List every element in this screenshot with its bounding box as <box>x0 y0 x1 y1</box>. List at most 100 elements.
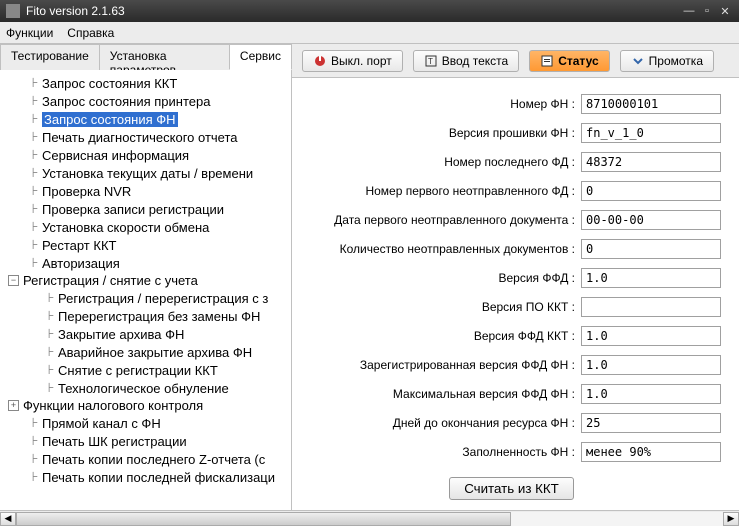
form-row-fw-version: Версия прошивки ФН : <box>302 123 721 143</box>
tree-item-label: Печать копии последнего Z-отчета (с <box>42 452 265 467</box>
field-label: Количество неотправленных документов : <box>302 242 581 256</box>
last-fd-input[interactable] <box>581 152 721 172</box>
tree-item[interactable]: ⊦Запрос состояния ФН <box>0 110 291 128</box>
tree-item[interactable]: ⊦Авторизация <box>0 254 291 272</box>
tree-item[interactable]: ⊦Прямой канал с ФН <box>0 414 291 432</box>
field-label: Номер ФН : <box>302 97 581 111</box>
read-from-kkt-button[interactable]: Считать из ККТ <box>449 477 574 500</box>
tree-item[interactable]: ⊦Рестарт ККТ <box>0 236 291 254</box>
app-icon <box>6 4 20 18</box>
tree-group[interactable]: −Регистрация / снятие с учета <box>0 272 291 289</box>
off-port-label: Выкл. порт <box>331 54 392 68</box>
scroll-right-button[interactable]: ▶ <box>723 512 739 526</box>
tree-item[interactable]: ⊦Сервисная информация <box>0 146 291 164</box>
form-row-first-unsent: Номер первого неотправленного ФД : <box>302 181 721 201</box>
expand-icon[interactable]: + <box>8 400 19 411</box>
scroll-thumb[interactable] <box>16 512 511 526</box>
tree-branch-icon: ⊦ <box>28 129 42 145</box>
tree-item-label: Перерегистрация без замены ФН <box>58 309 260 324</box>
tab-bar: Тестирование Установка параметров Сервис <box>0 44 291 70</box>
days-left-input[interactable] <box>581 413 721 433</box>
tree-item[interactable]: ⊦Перерегистрация без замены ФН <box>0 307 291 325</box>
svg-text:T: T <box>428 57 433 66</box>
tree-branch-icon: ⊦ <box>44 362 58 378</box>
ffd-version-input[interactable] <box>581 268 721 288</box>
tree-branch-icon: ⊦ <box>28 147 42 163</box>
input-text-button[interactable]: T Ввод текста <box>413 50 519 72</box>
status-button[interactable]: Статус <box>529 50 609 72</box>
close-button[interactable]: ✕ <box>717 4 733 18</box>
tab-service[interactable]: Сервис <box>229 44 292 70</box>
menubar: Функции Справка <box>0 22 739 44</box>
tree-item-label: Авторизация <box>42 256 120 271</box>
kkt-sw-version-input[interactable] <box>581 297 721 317</box>
reg-ffd-fn-input[interactable] <box>581 355 721 375</box>
collapse-icon[interactable]: − <box>8 275 19 286</box>
horizontal-scrollbar[interactable]: ◀ ▶ <box>0 510 739 526</box>
form-row-days-left: Дней до окончания ресурса ФН : <box>302 413 721 433</box>
tree-item[interactable]: ⊦Проверка записи регистрации <box>0 200 291 218</box>
scroll-button[interactable]: Промотка <box>620 50 714 72</box>
menu-functions[interactable]: Функции <box>6 26 53 40</box>
tree-item[interactable]: ⊦Установка скорости обмена <box>0 218 291 236</box>
form-row-ffd-version: Версия ФФД : <box>302 268 721 288</box>
tree-branch-icon: ⊦ <box>28 255 42 271</box>
tab-params[interactable]: Установка параметров <box>99 44 230 70</box>
tree-branch-icon: ⊦ <box>28 237 42 253</box>
tree-item-label: Снятие с регистрации ККТ <box>58 363 218 378</box>
tree-item-label: Печать диагностического отчета <box>42 130 238 145</box>
tree-item[interactable]: ⊦Установка текущих даты / времени <box>0 164 291 182</box>
tree-item-label: Установка скорости обмена <box>42 220 209 235</box>
tree-item[interactable]: ⊦Технологическое обнуление <box>0 379 291 397</box>
tree-item[interactable]: ⊦Регистрация / перерегистрация с з <box>0 289 291 307</box>
field-label: Максимальная версия ФФД ФН : <box>302 387 581 401</box>
tree-branch-icon: ⊦ <box>28 201 42 217</box>
first-unsent-date-input[interactable] <box>581 210 721 230</box>
form-row-first-unsent-date: Дата первого неотправленного документа : <box>302 210 721 230</box>
tree-item[interactable]: ⊦Аварийное закрытие архива ФН <box>0 343 291 361</box>
text-icon: T <box>424 54 438 68</box>
tree-item-label: Печать копии последней фискализаци <box>42 470 275 485</box>
tree-item[interactable]: ⊦Запрос состояния ККТ <box>0 74 291 92</box>
minimize-button[interactable]: — <box>681 4 697 18</box>
tree-item-label: Запрос состояния ФН <box>42 112 178 127</box>
tree-item[interactable]: ⊦Печать копии последнего Z-отчета (с <box>0 450 291 468</box>
fill-input[interactable] <box>581 442 721 462</box>
field-label: Номер последнего ФД : <box>302 155 581 169</box>
tree-item[interactable]: ⊦Печать копии последней фискализаци <box>0 468 291 486</box>
field-label: Дней до окончания ресурса ФН : <box>302 416 581 430</box>
fw-version-input[interactable] <box>581 123 721 143</box>
tree-group-label: Регистрация / снятие с учета <box>23 273 198 288</box>
fn-number-input[interactable] <box>581 94 721 114</box>
off-port-button[interactable]: Выкл. порт <box>302 50 403 72</box>
tree-group[interactable]: +Функции налогового контроля <box>0 397 291 414</box>
tree-item-label: Рестарт ККТ <box>42 238 116 253</box>
form-row-max-ffd-fn: Максимальная версия ФФД ФН : <box>302 384 721 404</box>
tab-testing[interactable]: Тестирование <box>0 44 100 70</box>
tree-item[interactable]: ⊦Печать ШК регистрации <box>0 432 291 450</box>
ffd-kkt-version-input[interactable] <box>581 326 721 346</box>
form-row-reg-ffd-fn: Зарегистрированная версия ФФД ФН : <box>302 355 721 375</box>
max-ffd-fn-input[interactable] <box>581 384 721 404</box>
unsent-count-input[interactable] <box>581 239 721 259</box>
menu-help[interactable]: Справка <box>67 26 114 40</box>
tree-item-label: Закрытие архива ФН <box>58 327 184 342</box>
maximize-button[interactable]: ▫ <box>699 4 715 18</box>
tree-item[interactable]: ⊦Снятие с регистрации ККТ <box>0 361 291 379</box>
field-label: Номер первого неотправленного ФД : <box>302 184 581 198</box>
scroll-track[interactable] <box>16 512 723 526</box>
titlebar: Fito version 2.1.63 — ▫ ✕ <box>0 0 739 22</box>
scroll-left-button[interactable]: ◀ <box>0 512 16 526</box>
form-panel: Номер ФН : Версия прошивки ФН : Номер посл… <box>292 78 739 510</box>
tree-item[interactable]: ⊦Запрос состояния принтера <box>0 92 291 110</box>
power-icon <box>313 54 327 68</box>
tree-item[interactable]: ⊦Печать диагностического отчета <box>0 128 291 146</box>
tree-item[interactable]: ⊦Проверка NVR <box>0 182 291 200</box>
first-unsent-input[interactable] <box>581 181 721 201</box>
scroll-label: Промотка <box>649 54 703 68</box>
tree-item[interactable]: ⊦Закрытие архива ФН <box>0 325 291 343</box>
field-label: Версия ФФД : <box>302 271 581 285</box>
tree-branch-icon: ⊦ <box>44 344 58 360</box>
input-text-label: Ввод текста <box>442 54 508 68</box>
tree-branch-icon: ⊦ <box>28 469 42 485</box>
